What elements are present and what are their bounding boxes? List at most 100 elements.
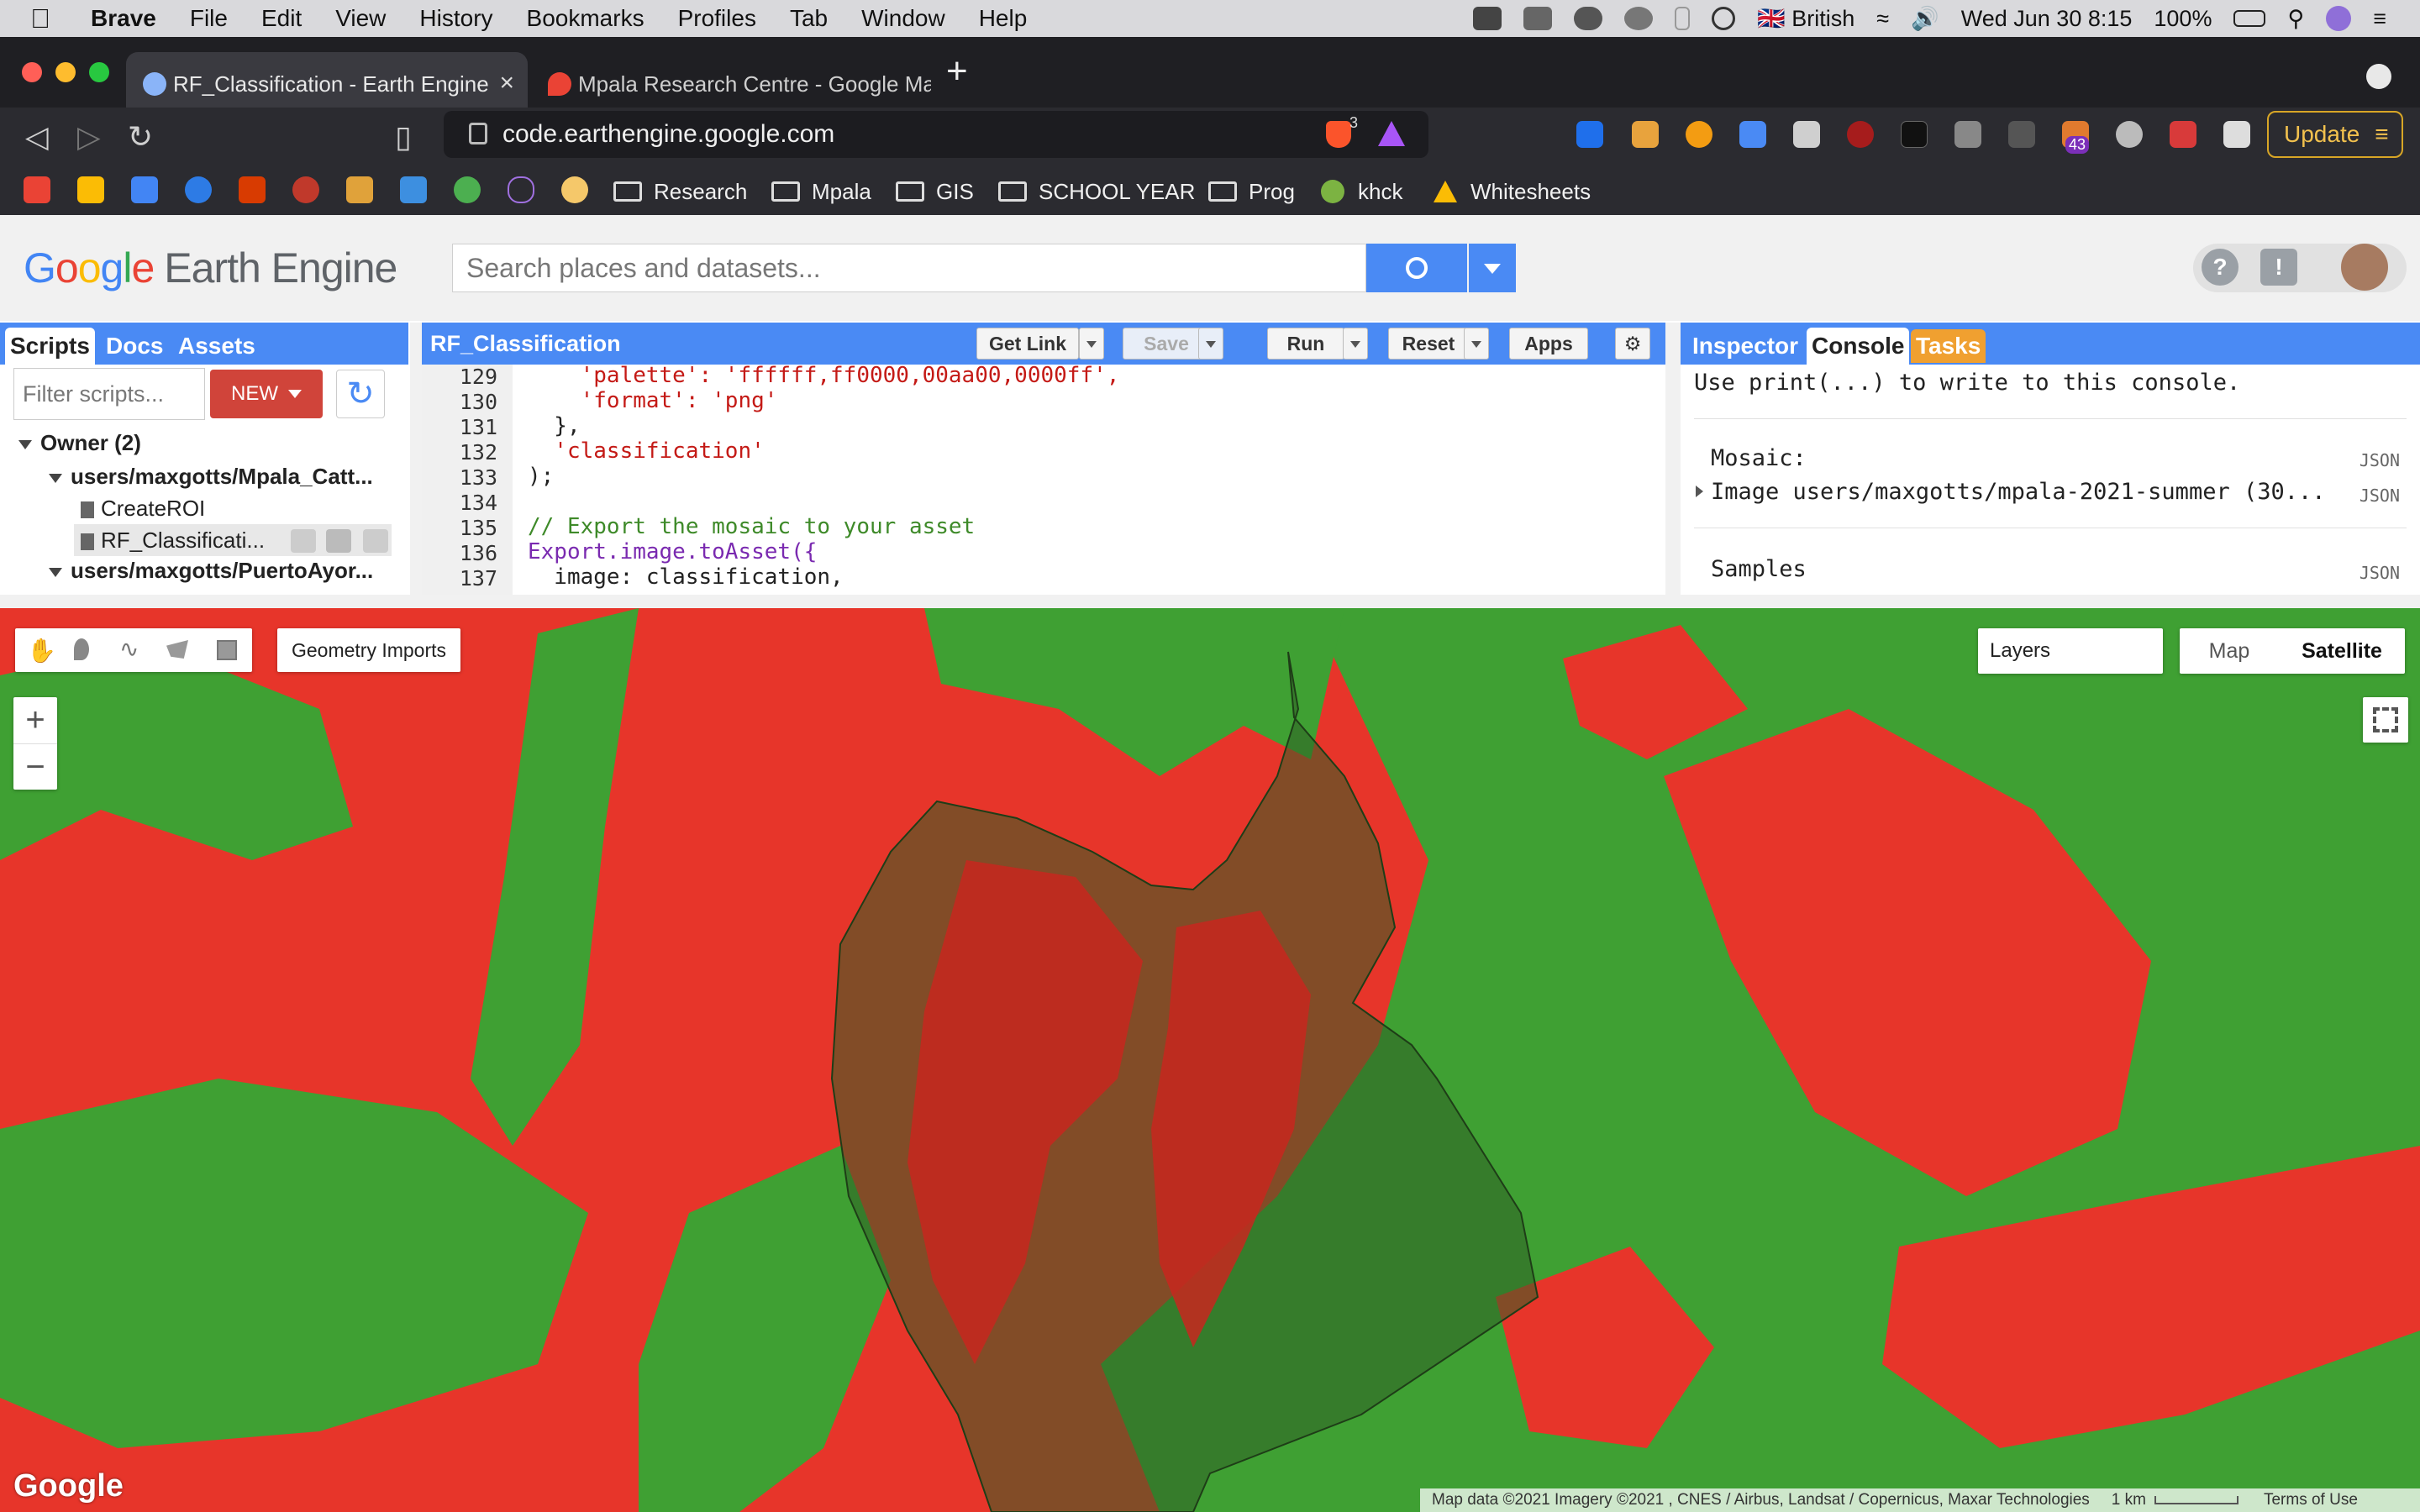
- update-button[interactable]: Update ≡: [2267, 111, 2403, 158]
- ublock-extension-icon[interactable]: [1847, 121, 1874, 148]
- extensions-puzzle-icon[interactable]: [2223, 121, 2250, 148]
- brave-rewards-icon[interactable]: [1378, 121, 1405, 146]
- drive-bookmark-icon[interactable]: [77, 176, 104, 203]
- geometry-imports-button[interactable]: Geometry Imports: [277, 628, 460, 672]
- tree-repo-mpala[interactable]: users/maxgotts/Mpala_Catt...: [49, 464, 373, 490]
- save-dropdown[interactable]: [1198, 328, 1223, 360]
- dropbox-icon[interactable]: [1523, 7, 1553, 30]
- earth-engine-logo[interactable]: Google Earth Engine: [24, 244, 397, 292]
- line-tool-icon[interactable]: ∿: [119, 635, 139, 663]
- bookmark-icon[interactable]: ▯: [395, 119, 412, 155]
- menu-help[interactable]: Help: [979, 5, 1028, 32]
- bookmark-research[interactable]: Research: [613, 173, 747, 210]
- help-icon[interactable]: ?: [2202, 249, 2238, 286]
- clock[interactable]: Wed Jun 30 8:15: [1961, 6, 2133, 32]
- reload-icon[interactable]: ↻: [128, 119, 153, 155]
- p-extension-icon[interactable]: [1901, 121, 1928, 148]
- note-extension-icon[interactable]: [1632, 121, 1659, 148]
- tab-inspector[interactable]: Inspector: [1687, 329, 1803, 363]
- office-bookmark-icon[interactable]: [239, 176, 266, 203]
- tree-script-createroi[interactable]: CreateROI: [81, 496, 205, 522]
- tab-google-maps[interactable]: Mpala Research Centre - Google Ma: [531, 52, 931, 116]
- siri-icon[interactable]: [2326, 6, 2352, 31]
- zoom-in-button[interactable]: +: [13, 697, 57, 743]
- menu-bookmarks[interactable]: Bookmarks: [527, 5, 644, 32]
- volume-icon[interactable]: 🔊: [1911, 5, 1939, 32]
- new-script-button[interactable]: NEW: [210, 370, 323, 418]
- bookmark-gis[interactable]: GIS: [896, 173, 974, 210]
- delete-icon[interactable]: [363, 529, 388, 553]
- battery-percent[interactable]: 100%: [2154, 6, 2212, 32]
- search-input[interactable]: Search places and datasets...: [452, 244, 1366, 292]
- terms-link[interactable]: Terms of Use: [2264, 1491, 2358, 1509]
- tab-assets[interactable]: Assets: [173, 329, 260, 363]
- json-toggle[interactable]: JSON: [2360, 486, 2400, 506]
- bookmark-school-year[interactable]: SCHOOL YEAR: [998, 173, 1195, 210]
- get-link-button[interactable]: Get Link: [976, 328, 1079, 360]
- tab-search-icon[interactable]: [2366, 64, 2391, 89]
- json-toggle[interactable]: JSON: [2360, 450, 2400, 470]
- tab-tasks[interactable]: Tasks: [1911, 329, 1986, 363]
- map-canvas[interactable]: [0, 608, 2420, 1512]
- left-splitter[interactable]: [410, 323, 422, 595]
- video-extension-icon[interactable]: [2170, 121, 2196, 148]
- json-toggle[interactable]: JSON: [2360, 563, 2400, 583]
- reader-extension-icon[interactable]: [2008, 121, 2035, 148]
- avatar[interactable]: [2341, 244, 2388, 291]
- right-splitter[interactable]: [1665, 323, 1681, 595]
- menu-history[interactable]: History: [419, 5, 492, 32]
- smile-bookmark-icon[interactable]: [400, 176, 427, 203]
- rectangle-tool-icon[interactable]: [217, 640, 237, 660]
- tab-scripts[interactable]: Scripts: [5, 328, 95, 365]
- reset-dropdown[interactable]: [1464, 328, 1489, 360]
- save-button[interactable]: Save: [1123, 328, 1210, 360]
- bookmark-khck[interactable]: khck: [1321, 173, 1402, 210]
- document-extension-icon[interactable]: [1793, 121, 1820, 148]
- control-center-icon[interactable]: ≡: [2373, 6, 2386, 32]
- filter-scripts-input[interactable]: Filter scripts...: [13, 368, 205, 420]
- creative-cloud-icon[interactable]: [1624, 7, 1654, 30]
- bluetooth-icon[interactable]: [1675, 7, 1691, 30]
- menu-profiles[interactable]: Profiles: [678, 5, 756, 32]
- bookmark-whitesheets[interactable]: Whitesheets: [1434, 173, 1591, 210]
- calendar-bookmark-icon[interactable]: [131, 176, 158, 203]
- input-source-label[interactable]: 🇬🇧 British: [1757, 5, 1854, 32]
- url-bar[interactable]: code.earthengine.google.com 3: [444, 111, 1428, 158]
- tab-docs[interactable]: Docs: [101, 329, 168, 363]
- search-button[interactable]: [1366, 244, 1467, 292]
- do-not-disturb-icon[interactable]: [1712, 7, 1736, 30]
- forward-icon[interactable]: ▷: [77, 119, 101, 155]
- close-window-icon[interactable]: [22, 62, 42, 82]
- rename-icon[interactable]: [326, 529, 351, 553]
- menu-tab[interactable]: Tab: [790, 5, 828, 32]
- layers-menu[interactable]: Layers: [1978, 628, 2163, 674]
- close-tab-icon[interactable]: ×: [499, 69, 514, 97]
- k-extension-icon[interactable]: [1954, 121, 1981, 148]
- menu-file[interactable]: File: [190, 5, 228, 32]
- tree-repo-puertoayora[interactable]: users/maxgotts/PuertoAyor...: [49, 558, 373, 584]
- menu-app-name[interactable]: Brave: [91, 5, 156, 32]
- onedrive-bookmark-icon[interactable]: [185, 176, 212, 203]
- horizontal-splitter[interactable]: [0, 595, 2420, 608]
- tree-owner[interactable]: Owner (2): [18, 430, 141, 456]
- brave-shields-icon[interactable]: [1326, 121, 1351, 148]
- zoom-out-button[interactable]: −: [13, 743, 57, 790]
- menu-view[interactable]: View: [335, 5, 386, 32]
- bing-extension-icon[interactable]: [1576, 121, 1603, 148]
- cloud-extension-icon[interactable]: [2116, 121, 2143, 148]
- zoom-status-icon[interactable]: [1473, 7, 1502, 30]
- feedback-icon[interactable]: !: [2260, 249, 2297, 286]
- history-icon[interactable]: [291, 529, 316, 553]
- globe-bookmark-icon[interactable]: [561, 176, 588, 203]
- tab-earth-engine[interactable]: RF_Classification - Earth Engine ×: [126, 52, 528, 116]
- wifi-icon[interactable]: ≈: [1876, 6, 1889, 32]
- puzzle-bookmark-icon[interactable]: [346, 176, 373, 203]
- get-link-dropdown[interactable]: [1079, 328, 1104, 360]
- minimize-window-icon[interactable]: [55, 62, 76, 82]
- polygon-tool-icon[interactable]: [166, 640, 188, 659]
- leaf-bookmark-icon[interactable]: [454, 176, 481, 203]
- battery-icon[interactable]: [2233, 10, 2266, 27]
- cloud-bookmark-icon[interactable]: [508, 176, 534, 203]
- pan-hand-icon[interactable]: ✋: [27, 637, 56, 664]
- map-type-map-button[interactable]: Map: [2180, 628, 2279, 674]
